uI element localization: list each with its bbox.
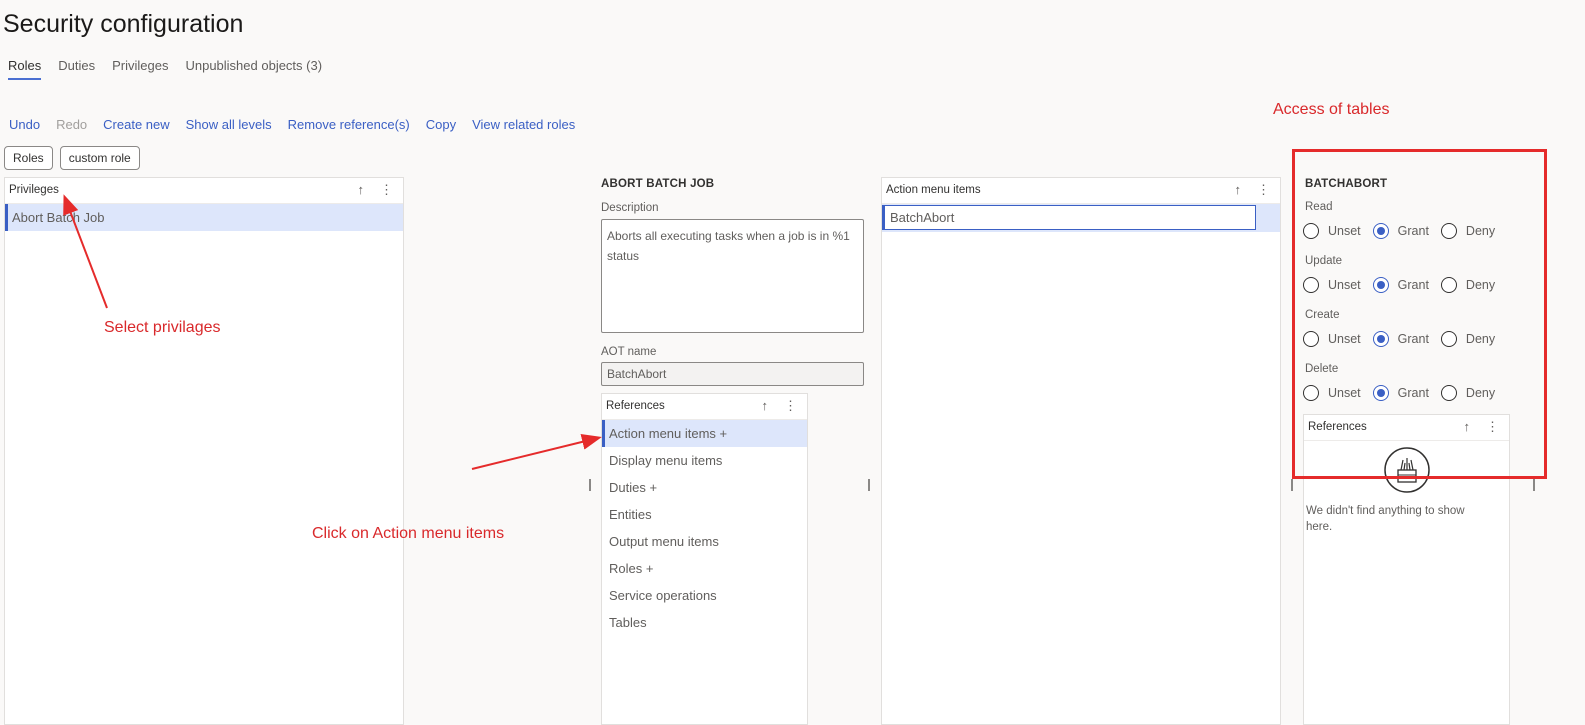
arrow-to-action-menu-items xyxy=(471,434,602,470)
annotation-arrows xyxy=(63,194,602,470)
arrow-to-privileges xyxy=(63,194,108,309)
